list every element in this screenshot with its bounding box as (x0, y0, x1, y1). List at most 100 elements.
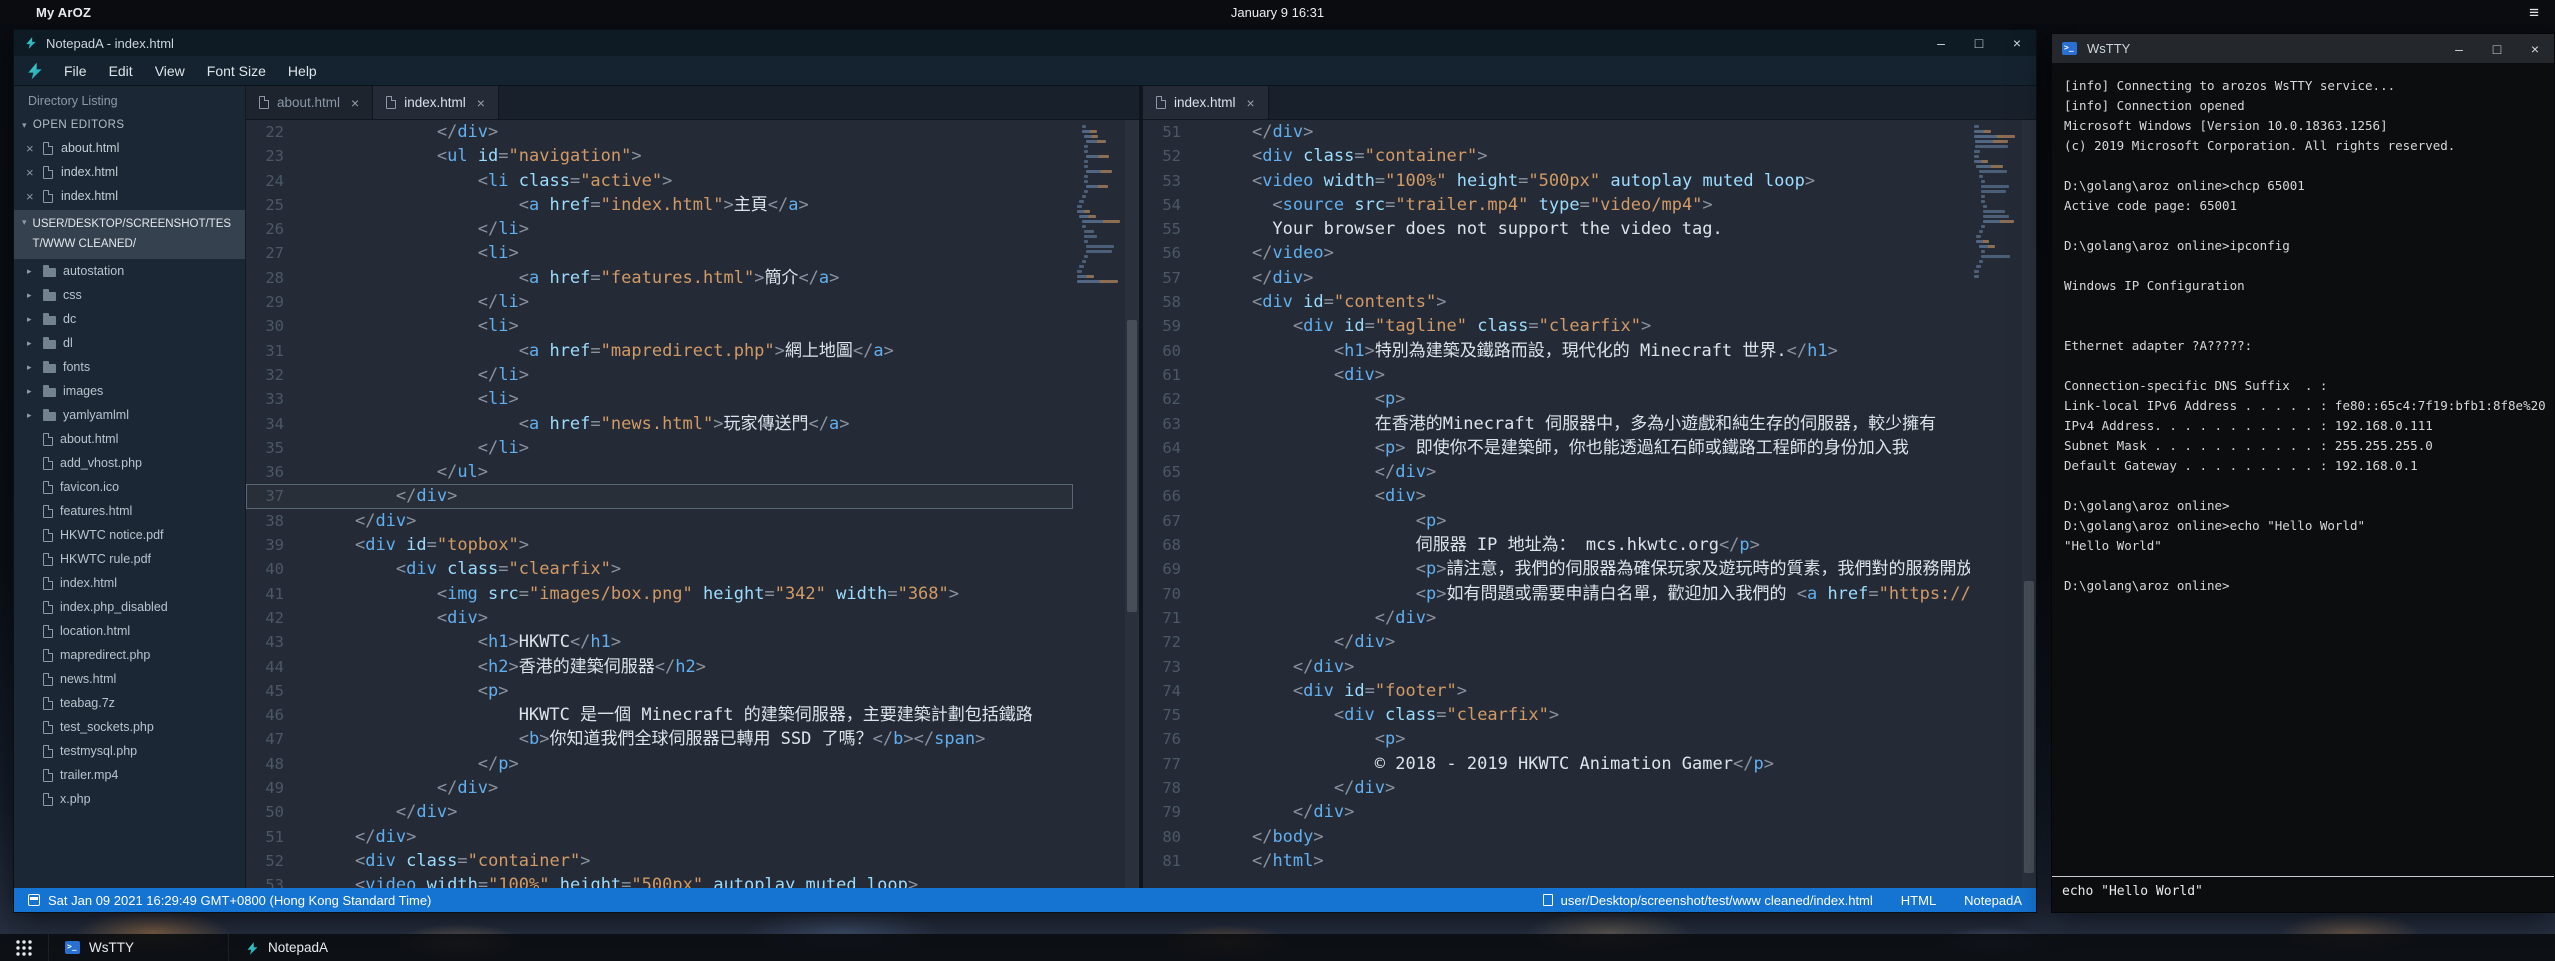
code-line[interactable]: 73 </div> (1143, 655, 1970, 679)
code-line[interactable]: 80 </body> (1143, 825, 1970, 849)
code-line[interactable]: 60 <h1>特別為建築及鐵路而設，現代化的 Minecraft 世界.</h1… (1143, 339, 1970, 363)
code-line[interactable]: 59 <div id="tagline" class="clearfix"> (1143, 314, 1970, 338)
file-item[interactable]: news.html (14, 667, 245, 691)
file-item[interactable]: features.html (14, 499, 245, 523)
code-line[interactable]: 38 </div> (246, 509, 1073, 533)
folder-item[interactable]: ▸css (14, 283, 245, 307)
code-line[interactable]: 41 <img src="images/box.png" height="342… (246, 582, 1073, 606)
menu-file[interactable]: File (53, 63, 98, 79)
file-item[interactable]: location.html (14, 619, 245, 643)
code-line[interactable]: 79 </div> (1143, 800, 1970, 824)
code-line[interactable]: 68 伺服器 IP 地址為： mcs.hkwtc.org</p> (1143, 533, 1970, 557)
minimap-right[interactable] (1970, 120, 2022, 888)
status-language[interactable]: HTML (1901, 893, 1936, 908)
code-line[interactable]: 27 <li> (246, 241, 1073, 265)
code-line[interactable]: 51 </div> (246, 825, 1073, 849)
open-editor-item[interactable]: ×index.html (14, 184, 245, 208)
code-line[interactable]: 31 <a href="mapredirect.php">網上地圖</a> (246, 339, 1073, 363)
code-line[interactable]: 54 <source src="trailer.mp4" type="video… (1143, 193, 1970, 217)
close-file-icon[interactable]: × (26, 166, 35, 179)
os-brand[interactable]: My ArOZ (36, 5, 91, 20)
code-line[interactable]: 63 在香港的Minecraft 伺服器中，多為小遊戲和純生存的伺服器，較少擁有 (1143, 412, 1970, 436)
file-item[interactable]: teabag.7z (14, 691, 245, 715)
code-line[interactable]: 52 <div class="container"> (1143, 144, 1970, 168)
menu-font-size[interactable]: Font Size (196, 63, 277, 79)
code-line[interactable]: 25 <a href="index.html">主頁</a> (246, 193, 1073, 217)
close-file-icon[interactable]: × (26, 190, 35, 203)
terminal-input[interactable]: echo "Hello World" (2052, 876, 2554, 912)
code-line[interactable]: 22 </div> (246, 120, 1073, 144)
folder-item[interactable]: ▸fonts (14, 355, 245, 379)
tab-about.html[interactable]: about.html× (246, 86, 373, 119)
code-line[interactable]: 44 <h2>香港的建築伺服器</h2> (246, 655, 1073, 679)
close-file-icon[interactable]: × (26, 142, 35, 155)
terminal-output[interactable]: [info] Connecting to arozos WsTTY servic… (2052, 63, 2554, 876)
file-item[interactable]: HKWTC notice.pdf (14, 523, 245, 547)
menu-view[interactable]: View (144, 63, 196, 79)
code-line[interactable]: 42 <div> (246, 606, 1073, 630)
file-item[interactable]: index.html (14, 571, 245, 595)
file-item[interactable]: add_vhost.php (14, 451, 245, 475)
code-area-left[interactable]: 22 </div>23 <ul id="navigation">24 <li c… (246, 120, 1073, 888)
scrollbar-thumb-right[interactable] (2024, 581, 2034, 873)
code-line[interactable]: 66 <div> (1143, 484, 1970, 508)
code-line[interactable]: 75 <div class="clearfix"> (1143, 703, 1970, 727)
code-line[interactable]: 37 </div> (246, 484, 1073, 508)
code-line[interactable]: 56 </video> (1143, 241, 1970, 265)
code-line[interactable]: 34 <a href="news.html">玩家傳送門</a> (246, 412, 1073, 436)
code-line[interactable]: 28 <a href="features.html">簡介</a> (246, 266, 1073, 290)
folder-item[interactable]: ▸autostation (14, 259, 245, 283)
minimap-left[interactable] (1073, 120, 1125, 888)
code-line[interactable]: 55 Your browser does not support the vid… (1143, 217, 1970, 241)
code-line[interactable]: 53 <video width="100%" height="500px" au… (1143, 169, 1970, 193)
code-line[interactable]: 50 </div> (246, 800, 1073, 824)
root-folder-header[interactable]: ▾ USER/DESKTOP/SCREENSHOT/TEST/WWW CLEAN… (14, 210, 245, 259)
code-line[interactable]: 45 <p> (246, 679, 1073, 703)
code-line[interactable]: 43 <h1>HKWTC</h1> (246, 630, 1073, 654)
code-line[interactable]: 67 <p> (1143, 509, 1970, 533)
scrollbar-track-right[interactable] (2022, 120, 2036, 888)
maximize-button[interactable]: □ (2478, 34, 2516, 63)
code-line[interactable]: 77 © 2018 - 2019 HKWTC Animation Gamer</… (1143, 752, 1970, 776)
tab-index.html[interactable]: index.html× (373, 86, 499, 119)
close-button[interactable]: × (1998, 30, 2036, 56)
close-button[interactable]: × (2516, 34, 2554, 63)
code-line[interactable]: 81 </html> (1143, 849, 1970, 873)
code-line[interactable]: 61 <div> (1143, 363, 1970, 387)
code-line[interactable]: 74 <div id="footer"> (1143, 679, 1970, 703)
code-line[interactable]: 72 </div> (1143, 630, 1970, 654)
file-item[interactable]: index.php_disabled (14, 595, 245, 619)
open-editor-item[interactable]: ×about.html (14, 136, 245, 160)
code-line[interactable]: 35 </li> (246, 436, 1073, 460)
file-item[interactable]: trailer.mp4 (14, 763, 245, 787)
code-line[interactable]: 69 <p>請注意，我們的伺服器為確保玩家及遊玩時的質素，我們對的服務開放 (1143, 557, 1970, 581)
scrollbar-thumb-left[interactable] (1127, 320, 1137, 612)
code-line[interactable]: 62 <p> (1143, 387, 1970, 411)
os-menu-icon[interactable]: ≡ (2529, 4, 2539, 21)
code-line[interactable]: 48 </p> (246, 752, 1073, 776)
tab-index.html[interactable]: index.html× (1143, 86, 1269, 119)
code-line[interactable]: 52 <div class="container"> (246, 849, 1073, 873)
file-item[interactable]: test_sockets.php (14, 715, 245, 739)
file-item[interactable]: about.html (14, 427, 245, 451)
close-tab-icon[interactable]: × (477, 95, 485, 111)
code-line[interactable]: 78 </div> (1143, 776, 1970, 800)
code-line[interactable]: 23 <ul id="navigation"> (246, 144, 1073, 168)
folder-item[interactable]: ▸dl (14, 331, 245, 355)
menu-edit[interactable]: Edit (98, 63, 144, 79)
code-line[interactable]: 24 <li class="active"> (246, 169, 1073, 193)
code-line[interactable]: 26 </li> (246, 217, 1073, 241)
notepada-titlebar[interactable]: NotepadA - index.html – □ × (14, 30, 2036, 56)
maximize-button[interactable]: □ (1960, 30, 1998, 56)
open-editors-header[interactable]: ▾ OPEN EDITORS (14, 114, 245, 136)
code-area-right[interactable]: 51 </div>52 <div class="container">53 <v… (1143, 120, 1970, 888)
code-line[interactable]: 33 <li> (246, 387, 1073, 411)
minimize-button[interactable]: – (1922, 30, 1960, 56)
code-line[interactable]: 64 <p> 即使你不是建築師，你也能透過紅石師或鐵路工程師的身份加入我 (1143, 436, 1970, 460)
taskbar-item-wstty[interactable]: WsTTY (48, 934, 228, 961)
menu-help[interactable]: Help (277, 63, 328, 79)
code-line[interactable]: 36 </ul> (246, 460, 1073, 484)
code-line[interactable]: 51 </div> (1143, 120, 1970, 144)
file-item[interactable]: x.php (14, 787, 245, 811)
file-item[interactable]: favicon.ico (14, 475, 245, 499)
